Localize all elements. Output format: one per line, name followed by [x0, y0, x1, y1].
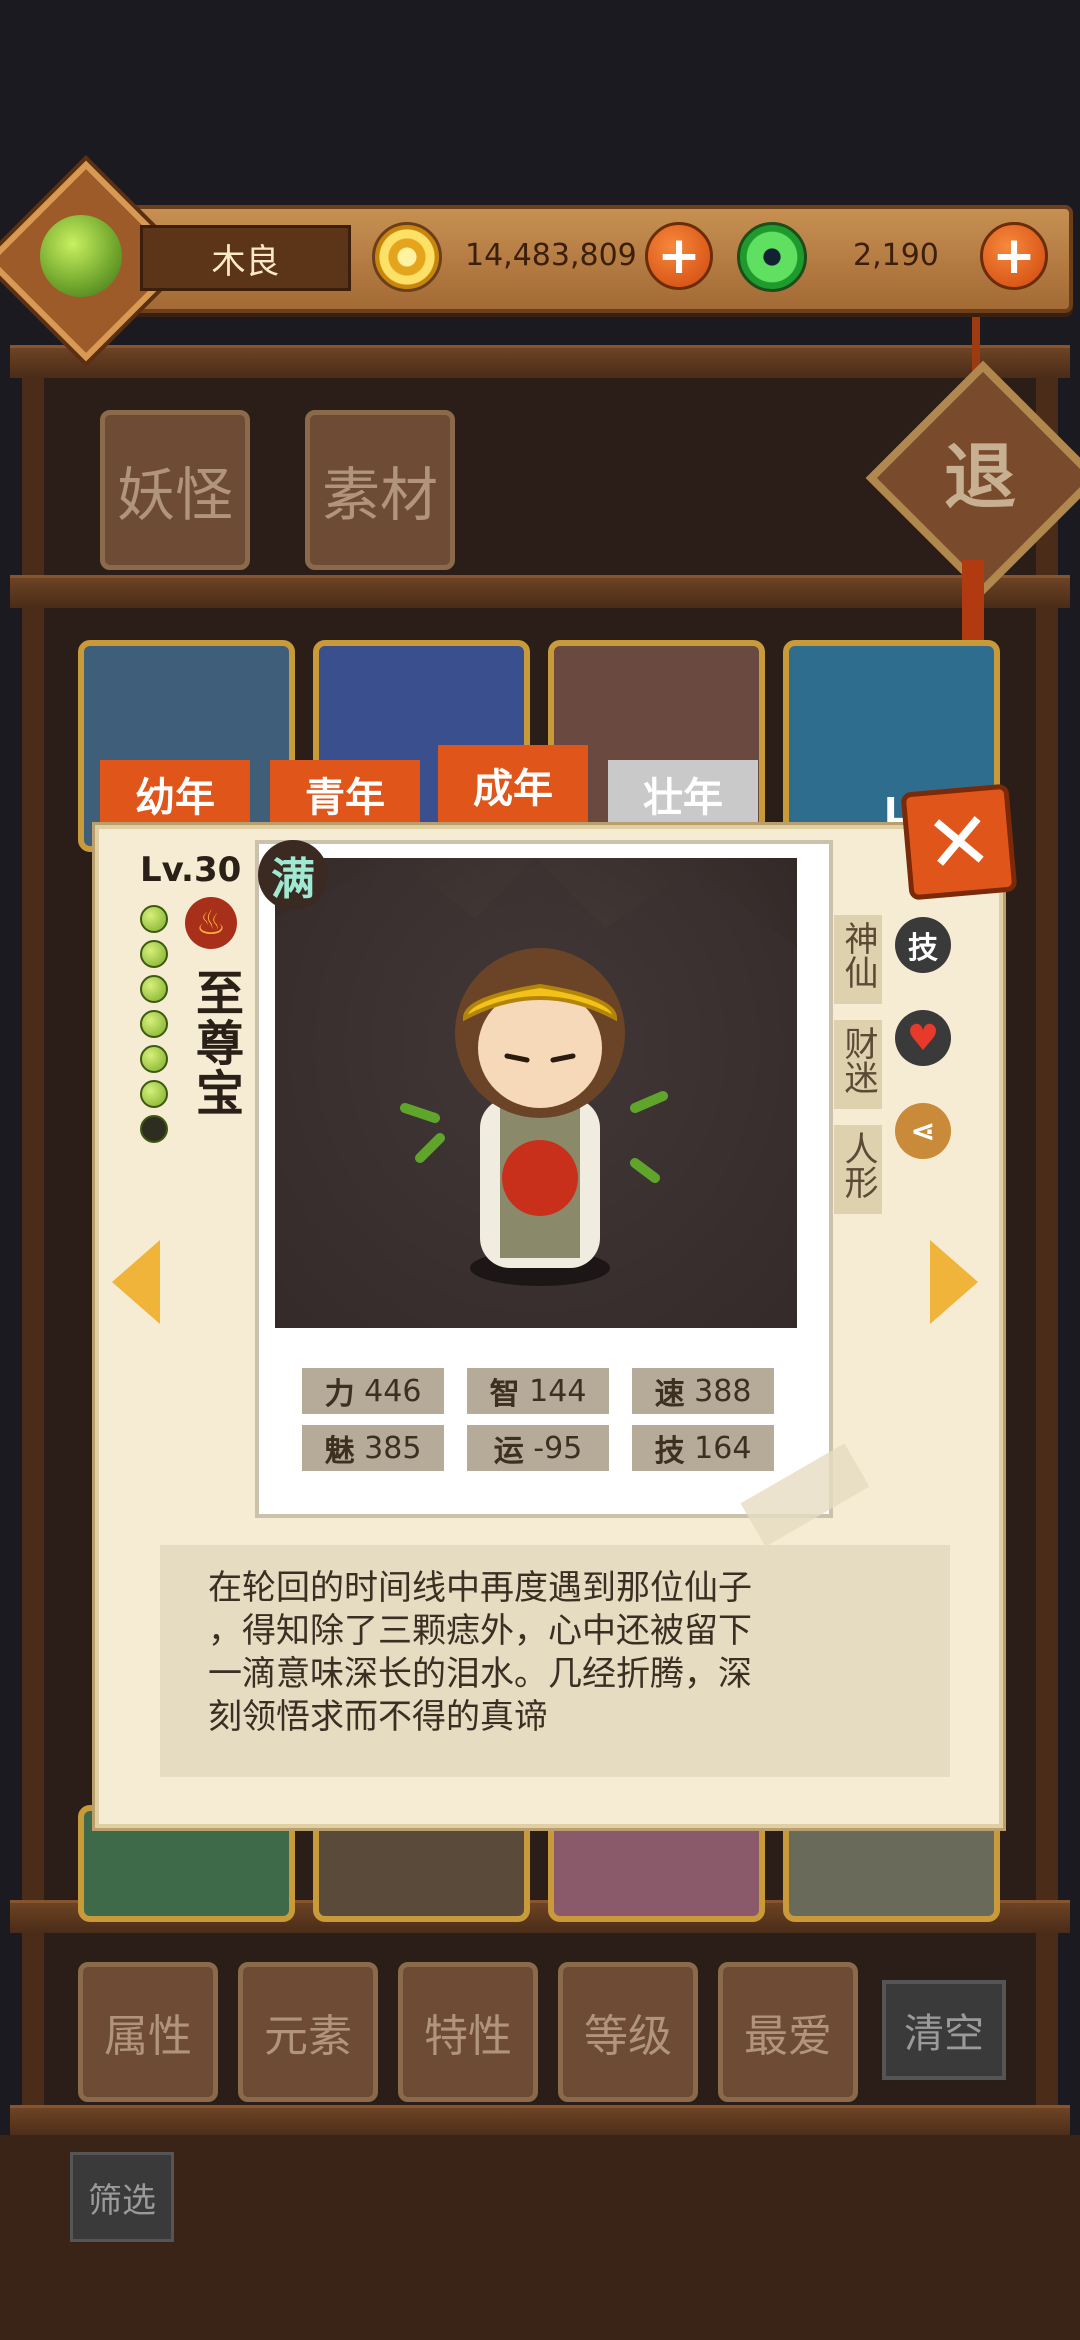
tab-age-child[interactable]: 幼年: [100, 760, 250, 828]
shelf-beam: [10, 575, 1070, 608]
jade-coin-icon: [737, 222, 807, 292]
level-bead: [140, 975, 168, 1003]
fire-element-icon: ♨: [185, 897, 237, 949]
add-gold-button[interactable]: +: [645, 222, 713, 290]
tab-age-adult[interactable]: 成年: [438, 745, 588, 825]
shelf-beam: [10, 2105, 1070, 2138]
stat-speed: 速 388: [632, 1368, 774, 1414]
level-bead: [140, 1010, 168, 1038]
skill-icon[interactable]: 技: [895, 917, 951, 973]
description-line: 刻领悟求而不得的真谛: [208, 1697, 548, 1737]
level-bead: [140, 905, 168, 933]
sort-attribute-button[interactable]: 属性: [78, 1962, 218, 2102]
player-avatar[interactable]: [40, 215, 122, 297]
add-jade-button[interactable]: +: [980, 222, 1048, 290]
description-line: ，得知除了三颗痣外，心中还被留下: [208, 1611, 752, 1651]
exit-label[interactable]: 退: [905, 420, 1055, 520]
trait-immortal[interactable]: 神仙: [834, 915, 882, 1004]
filter-button[interactable]: 筛选: [70, 2152, 174, 2242]
tab-materials[interactable]: 素材: [305, 410, 455, 570]
close-button[interactable]: ✕: [900, 783, 1018, 901]
character-name: 至尊宝: [187, 968, 243, 1118]
gold-coin-icon: [372, 222, 442, 292]
player-name: 木良: [140, 225, 351, 291]
level-bead: [140, 1115, 168, 1143]
character-portrait: [275, 858, 797, 1328]
sort-level-button[interactable]: 等级: [558, 1962, 698, 2102]
stat-skill: 技 164: [632, 1425, 774, 1471]
sort-favorite-button[interactable]: 最爱: [718, 1962, 858, 2102]
tab-monsters[interactable]: 妖怪: [100, 410, 250, 570]
sort-trait-button[interactable]: 特性: [398, 1962, 538, 2102]
description-line: 一滴意味深长的泪水。几经折腾，深: [208, 1654, 752, 1694]
level-bead: [140, 1080, 168, 1108]
max-level-badge: 满: [258, 840, 328, 910]
stat-strength: 力 446: [302, 1368, 444, 1414]
heart-icon[interactable]: ♥: [895, 1010, 951, 1066]
arrow-right-icon[interactable]: [930, 1240, 978, 1324]
exit-tassel: [962, 560, 984, 640]
level-bead: [140, 940, 168, 968]
close-icon: ✕: [921, 792, 997, 892]
share-icon[interactable]: ⋖: [895, 1103, 951, 1159]
sort-element-button[interactable]: 元素: [238, 1962, 378, 2102]
clear-button[interactable]: 清空: [882, 1980, 1006, 2080]
plus-icon: +: [657, 226, 701, 286]
tab-age-youth[interactable]: 青年: [270, 760, 420, 828]
jade-amount: 2,190: [853, 237, 939, 273]
tab-age-prime[interactable]: 壮年: [608, 760, 758, 828]
stat-luck: 运 -95: [467, 1425, 609, 1471]
trait-humanoid[interactable]: 人形: [834, 1125, 882, 1214]
stat-intelligence: 智 144: [467, 1368, 609, 1414]
level-bead: [140, 1045, 168, 1073]
trait-money-lover[interactable]: 财迷: [834, 1020, 882, 1109]
character-illustration: [275, 858, 797, 1328]
plus-icon: +: [992, 226, 1036, 286]
gold-amount: 14,483,809: [465, 237, 637, 273]
character-description: 在轮回的时间线中再度遇到那位仙子 ，得知除了三颗痣外，心中还被留下 一滴意味深长…: [160, 1545, 950, 1777]
character-level: Lv.30: [140, 850, 242, 890]
arrow-left-icon[interactable]: [112, 1240, 160, 1324]
description-line: 在轮回的时间线中再度遇到那位仙子: [208, 1568, 752, 1608]
stat-charm: 魅 385: [302, 1425, 444, 1471]
shelf-beam: [10, 345, 1070, 378]
